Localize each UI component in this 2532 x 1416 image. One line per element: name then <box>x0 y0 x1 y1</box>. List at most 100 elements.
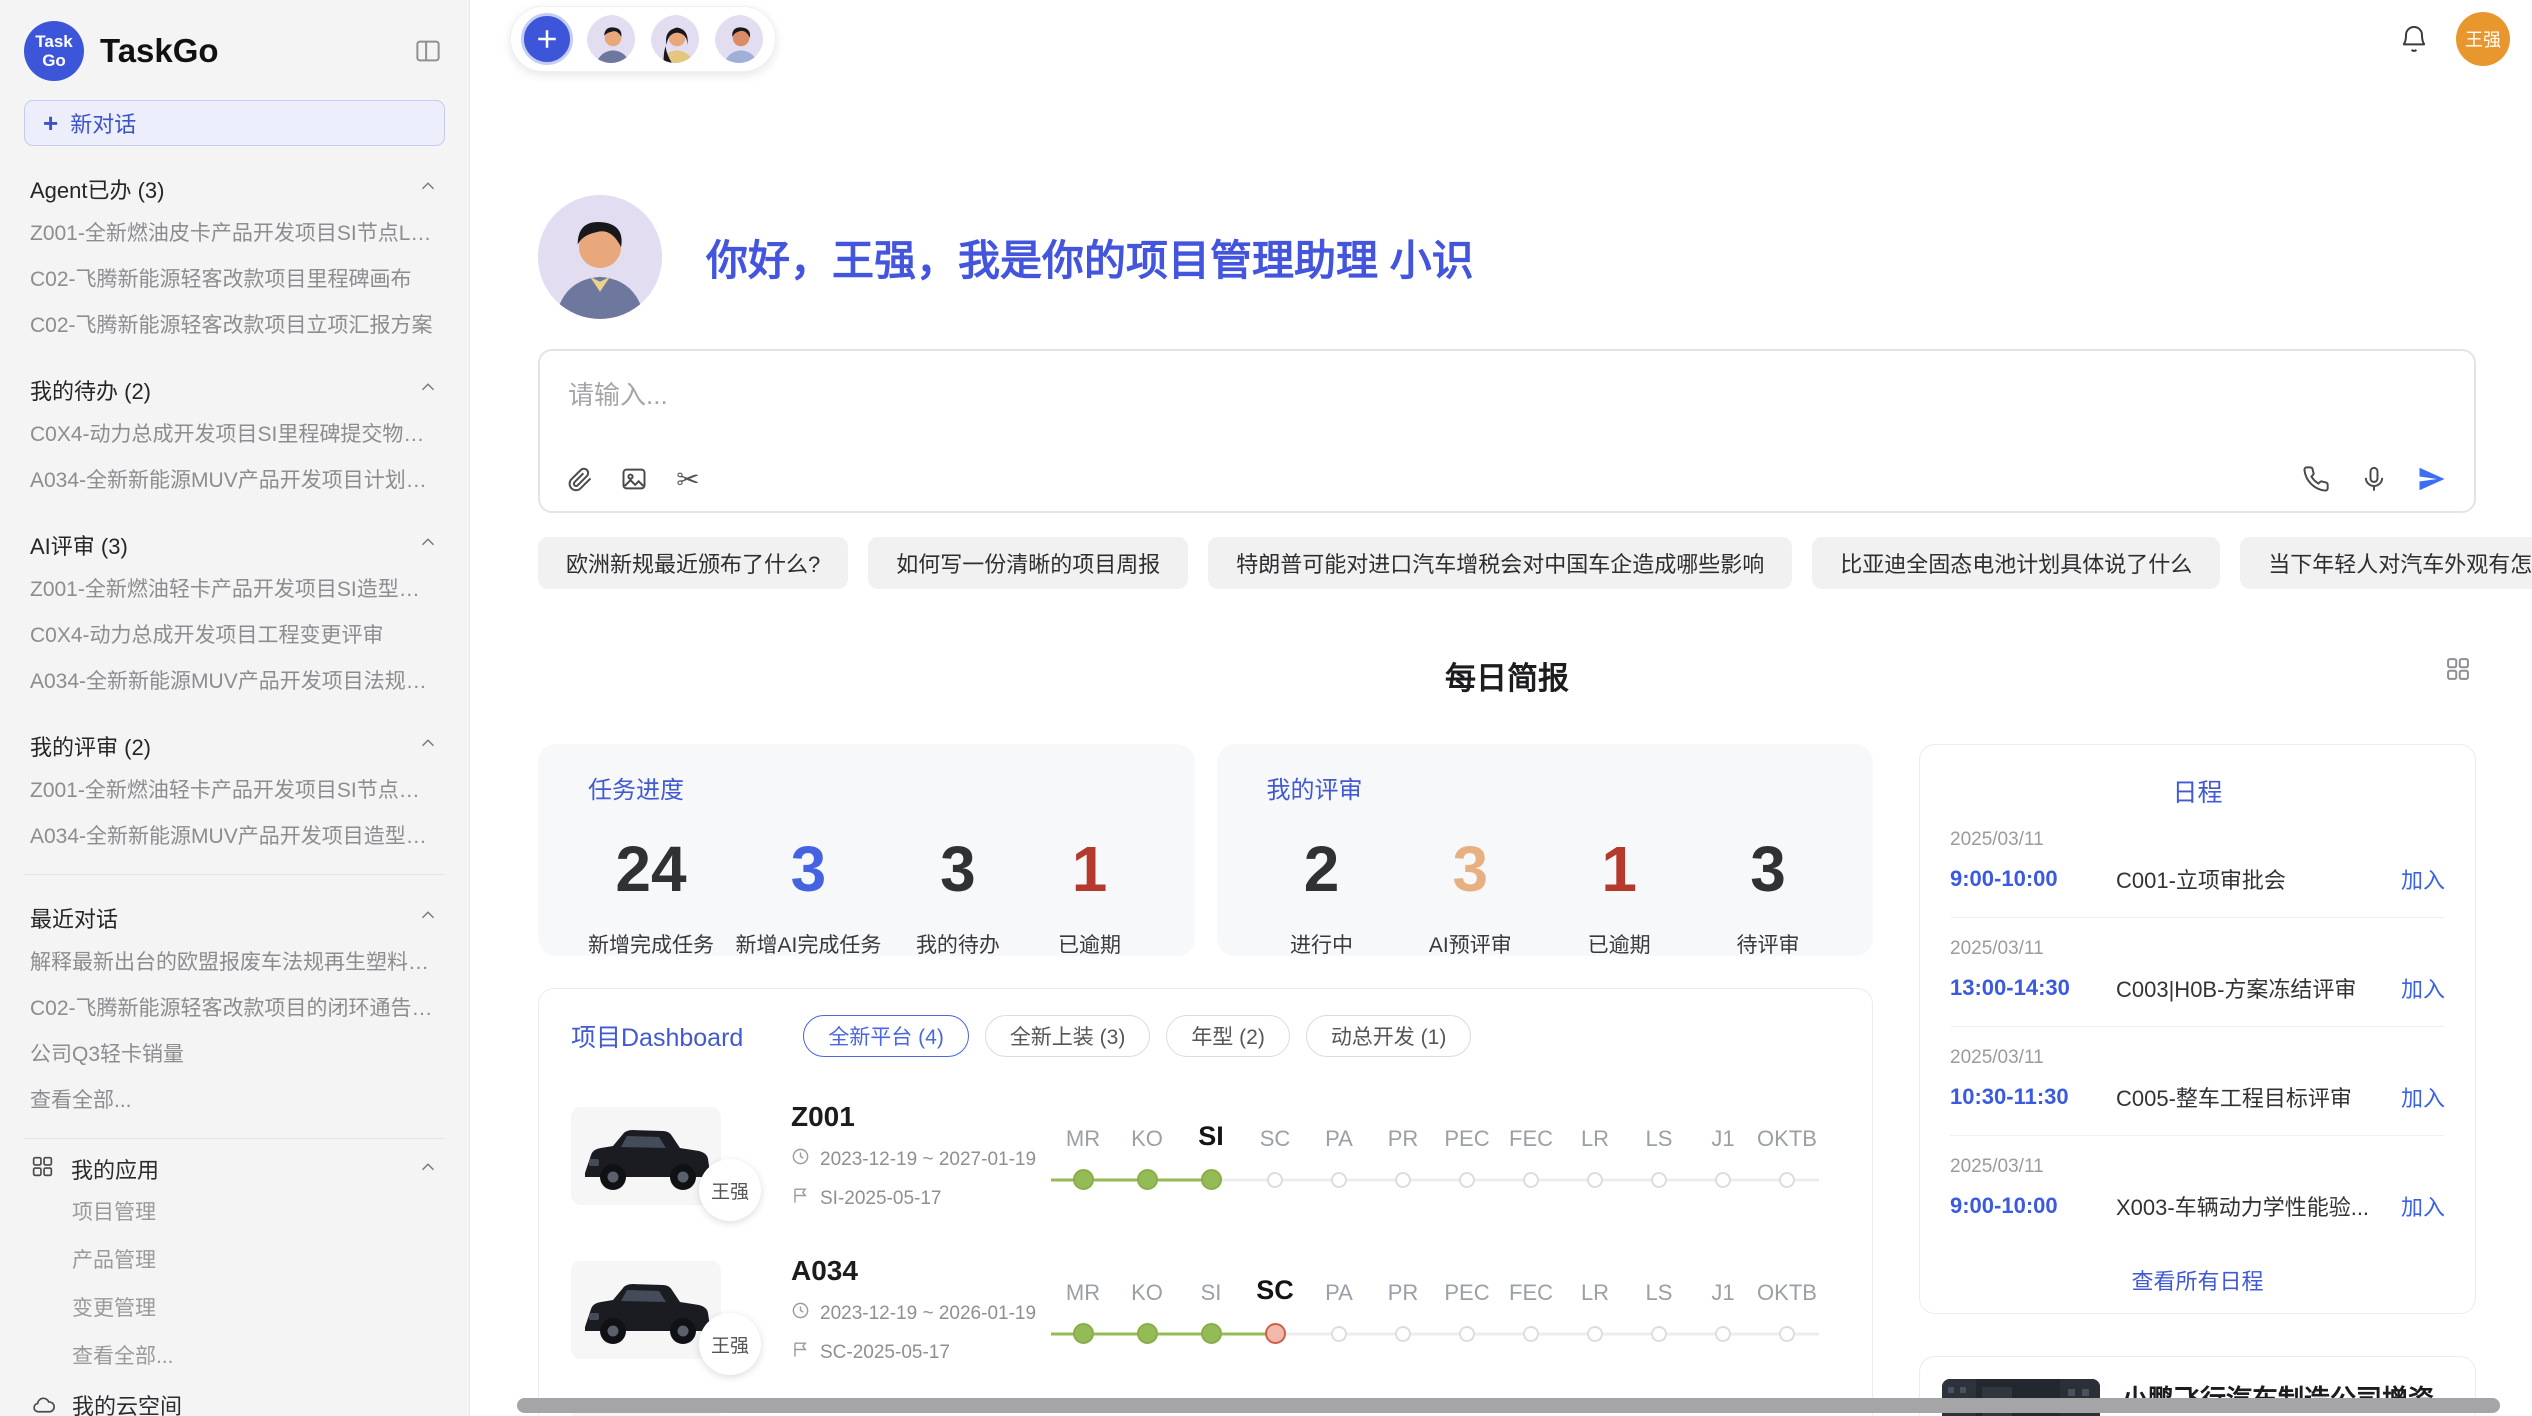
milestone-dot-PEC[interactable] <box>1459 1172 1475 1188</box>
join-meeting-link[interactable]: 加入 <box>2401 1081 2445 1113</box>
scissors-icon[interactable]: ✂ <box>672 463 704 495</box>
milestone-dot-FEC[interactable] <box>1523 1326 1539 1342</box>
stat-label: 待评审 <box>1713 929 1823 959</box>
sidebar-link-cloud[interactable]: 我的云空间 <box>24 1379 445 1416</box>
new-chat-button[interactable]: + 新对话 <box>24 100 445 146</box>
milestone-dot-J1[interactable] <box>1715 1326 1731 1342</box>
app-link-item[interactable]: 项目管理 <box>24 1187 445 1235</box>
horizontal-scrollbar[interactable] <box>517 1398 2502 1414</box>
milestone-dot-KO[interactable] <box>1137 1323 1158 1344</box>
mic-icon[interactable] <box>2358 463 2390 495</box>
chat-input[interactable] <box>540 351 2474 443</box>
sidebar-task-item[interactable]: Z001-全新燃油轻卡产品开发项目SI造型提交物评审 <box>24 565 445 611</box>
phone-icon[interactable] <box>2300 463 2332 495</box>
suggestion-chip[interactable]: 如何写一份清晰的项目周报 <box>868 537 1188 589</box>
chevron-up-icon[interactable] <box>417 904 439 932</box>
add-agent-button[interactable] <box>521 13 573 65</box>
notifications-bell-icon[interactable] <box>2398 23 2430 55</box>
sidebar-task-item[interactable]: C02-飞腾新能源轻客改款项目立项汇报方案 <box>24 301 445 347</box>
chevron-up-icon[interactable] <box>417 531 439 559</box>
milestone-dot-MR[interactable] <box>1073 1323 1094 1344</box>
sidebar-task-item[interactable]: A034-全新新能源MUV产品开发项目造型可行性评审 <box>24 812 445 858</box>
milestone-dot-LS[interactable] <box>1651 1172 1667 1188</box>
milestone-track: MRKOSISCPAPRPECFECLRLSJ1OKTB <box>1051 1121 1840 1192</box>
recent-chat-item[interactable]: C02-飞腾新能源轻客改款项目的闭环通告反馈情况 <box>24 984 445 1030</box>
milestone-dot-PEC[interactable] <box>1459 1326 1475 1342</box>
dashboard-filter-tab[interactable]: 全新平台 (4) <box>803 1015 969 1057</box>
milestone-label-FEC: FEC <box>1499 1280 1563 1306</box>
sidebar-group-header-0[interactable]: Agent已办 (3) <box>30 173 439 205</box>
milestone-dot-LR[interactable] <box>1587 1172 1603 1188</box>
milestone-dot-SC[interactable] <box>1267 1172 1283 1188</box>
milestone-dot-MR[interactable] <box>1073 1169 1094 1190</box>
sidebar-group-header-2[interactable]: AI评审 (3) <box>30 529 439 561</box>
milestone-dot-PR[interactable] <box>1395 1172 1411 1188</box>
milestone-dot-J1[interactable] <box>1715 1172 1731 1188</box>
stat-item: 1 已逾期 <box>1034 831 1144 959</box>
recent-chat-item[interactable]: 查看全部... <box>24 1076 445 1122</box>
sidebar-task-item[interactable]: Z001-全新燃油轻卡产品开发项目SI节点属性5D文件评审 <box>24 766 445 812</box>
sidebar-task-item[interactable]: A034-全新新能源MUV产品开发项目法规符合性评审 <box>24 657 445 703</box>
sidebar-task-item[interactable]: C0X4-动力总成开发项目工程变更评审 <box>24 611 445 657</box>
app-link-item[interactable]: 查看全部... <box>24 1331 445 1379</box>
my-apps-header[interactable]: 我的应用 <box>30 1153 439 1185</box>
collapse-sidebar-icon[interactable] <box>411 34 445 68</box>
agent-avatar-1[interactable] <box>585 13 637 65</box>
chevron-up-icon[interactable] <box>417 175 439 203</box>
chevron-up-icon[interactable] <box>417 1156 439 1183</box>
project-list: 王强 Z001 2023-12-19 ~ 2027-01-19 SI-2025-… <box>571 1101 1840 1416</box>
milestone-dot-PA[interactable] <box>1331 1326 1347 1342</box>
project-row-Z001[interactable]: 王强 Z001 2023-12-19 ~ 2027-01-19 SI-2025-… <box>571 1101 1840 1211</box>
schedule-event-title: C003|H0B-方案冻结评审 <box>2116 972 2387 1004</box>
suggestion-chip[interactable]: 比亚迪全固态电池计划具体说了什么 <box>1812 537 2220 589</box>
milestone-dot-SI[interactable] <box>1201 1323 1222 1344</box>
milestone-dot-KO[interactable] <box>1137 1169 1158 1190</box>
sidebar-group-header-1[interactable]: 我的待办 (2) <box>30 374 439 406</box>
sidebar-task-item[interactable]: C0X4-动力总成开发项目SI里程碑提交物检查 <box>24 410 445 456</box>
chevron-up-icon[interactable] <box>417 376 439 404</box>
chevron-up-icon[interactable] <box>417 732 439 760</box>
sidebar-task-item[interactable]: A034-全新新能源MUV产品开发项目计划变更表编写 <box>24 456 445 502</box>
brief-layout-grid-icon[interactable] <box>2444 655 2472 688</box>
milestone-dot-LR[interactable] <box>1587 1326 1603 1342</box>
agent-avatar-2[interactable] <box>649 13 701 65</box>
sidebar-group-header-3[interactable]: 我的评审 (2) <box>30 730 439 762</box>
agent-avatar-3[interactable] <box>713 13 765 65</box>
dashboard-filter-tab[interactable]: 动总开发 (1) <box>1306 1015 1472 1057</box>
image-icon[interactable] <box>618 463 650 495</box>
suggestion-chip[interactable]: 当下年轻人对汽车外观有怎样的喜好趋势 <box>2240 537 2532 589</box>
join-meeting-link[interactable]: 加入 <box>2401 972 2445 1004</box>
milestone-dot-OKTB[interactable] <box>1779 1172 1795 1188</box>
plus-icon: + <box>43 108 58 139</box>
milestone-dot-FEC[interactable] <box>1523 1172 1539 1188</box>
suggestion-chip[interactable]: 欧洲新规最近颁布了什么? <box>538 537 848 589</box>
dashboard-filter-tab[interactable]: 全新上装 (3) <box>985 1015 1151 1057</box>
view-all-schedule-link[interactable]: 查看所有日程 <box>1950 1264 2445 1296</box>
milestone-label-PR: PR <box>1371 1126 1435 1152</box>
schedule-time: 10:30-11:30 <box>1950 1084 2100 1110</box>
milestone-dot-PA[interactable] <box>1331 1172 1347 1188</box>
send-icon[interactable] <box>2416 463 2448 495</box>
user-avatar[interactable]: 王强 <box>2456 12 2510 66</box>
recent-chat-item[interactable]: 解释最新出台的欧盟报废车法规再生塑料比例被调至15%... <box>24 938 445 984</box>
milestone-dot-PR[interactable] <box>1395 1326 1411 1342</box>
scrollbar-thumb[interactable] <box>517 1398 2500 1413</box>
sidebar-task-item[interactable]: C02-飞腾新能源轻客改款项目里程碑画布 <box>24 255 445 301</box>
project-flag-milestone: SI-2025-05-17 <box>791 1186 1041 1211</box>
dashboard-tabs: 全新平台 (4) 全新上装 (3) 年型 (2) 动总开发 (1) <box>803 1015 1471 1057</box>
join-meeting-link[interactable]: 加入 <box>2401 863 2445 895</box>
milestone-dot-SI[interactable] <box>1201 1169 1222 1190</box>
milestone-dot-SC[interactable] <box>1265 1323 1286 1344</box>
dashboard-filter-tab[interactable]: 年型 (2) <box>1166 1015 1290 1057</box>
join-meeting-link[interactable]: 加入 <box>2401 1190 2445 1222</box>
app-link-item[interactable]: 变更管理 <box>24 1283 445 1331</box>
paperclip-icon[interactable] <box>564 463 596 495</box>
recent-chats-header[interactable]: 最近对话 <box>30 902 439 934</box>
project-row-A034[interactable]: 王强 A034 2023-12-19 ~ 2026-01-19 SC-2025-… <box>571 1255 1840 1365</box>
sidebar-task-item[interactable]: Z001-全新燃油皮卡产品开发项目SI节点Lesson Learn报告 <box>24 209 445 255</box>
recent-chat-item[interactable]: 公司Q3轻卡销量 <box>24 1030 445 1076</box>
app-link-item[interactable]: 产品管理 <box>24 1235 445 1283</box>
milestone-dot-LS[interactable] <box>1651 1326 1667 1342</box>
milestone-dot-OKTB[interactable] <box>1779 1326 1795 1342</box>
suggestion-chip[interactable]: 特朗普可能对进口汽车增税会对中国车企造成哪些影响 <box>1208 537 1792 589</box>
